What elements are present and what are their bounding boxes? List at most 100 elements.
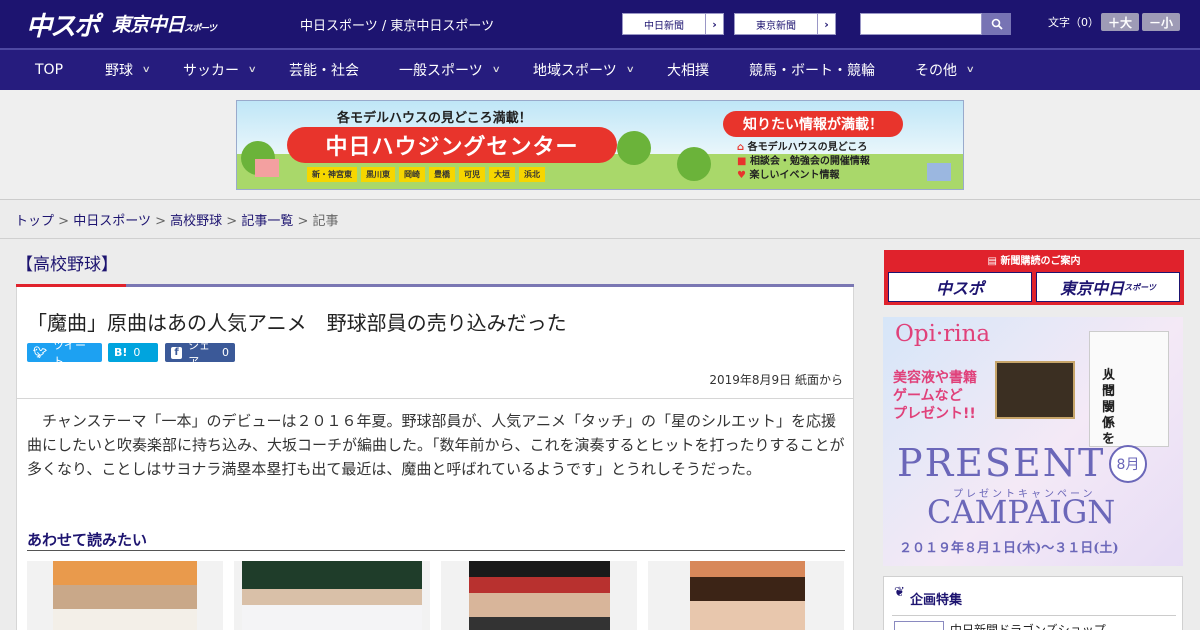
- breadcrumb: トップ > 中日スポーツ > 高校野球 > 記事一覧 > 記事: [15, 210, 339, 229]
- ad-blurb: 美容液や書籍 ゲームなど プレゼント!!: [893, 369, 977, 423]
- related-article-thumbnail: [53, 561, 197, 630]
- related-article-thumbnail: [690, 561, 805, 630]
- tweet-label: ツイート: [52, 338, 86, 368]
- nav-item-general-sports[interactable]: 一般スポーツ ∨: [399, 50, 501, 90]
- facebook-icon: f: [171, 346, 183, 359]
- divider: [0, 238, 1200, 239]
- subscription-title-text: 新聞購読のご案内: [1000, 256, 1081, 267]
- nav-label: 野球: [105, 63, 133, 79]
- banner-right-title: 知りたい情報が満載！: [723, 111, 903, 137]
- related-article-thumbnail: [469, 561, 610, 630]
- nav-label: 競馬・ボート・競輪: [749, 63, 875, 79]
- hatena-bookmark-button[interactable]: B! 0: [108, 343, 158, 362]
- twitter-bird-icon: 🐦︎: [33, 346, 47, 359]
- chunichi-shimbun-link[interactable]: 中日新聞 ›: [622, 13, 724, 35]
- related-article-item[interactable]: [234, 561, 430, 630]
- related-article-item[interactable]: [648, 561, 844, 630]
- chevron-right-icon: ›: [817, 14, 835, 34]
- tokyo-chunichi-logo[interactable]: 東京中日スポーツ: [112, 10, 217, 37]
- ad-present-text: PRESENT: [897, 441, 1106, 485]
- breadcrumb-high-school-baseball[interactable]: 高校野球: [170, 214, 222, 229]
- nav-item-baseball[interactable]: 野球 ∨: [105, 50, 151, 90]
- tokyo-logo-text: 東京中日: [112, 14, 185, 36]
- divider: [892, 615, 1176, 616]
- subscribe-chuspo-button[interactable]: 中スポ: [888, 272, 1032, 302]
- main-navigation: TOP 野球 ∨ サッカー ∨ 芸能・社会 一般スポーツ ∨ 地域スポーツ ∨ 大相撲 …: [0, 48, 1200, 90]
- banner-city-list: 新・神宮東 黒川東 岡崎 豊橋 可児 大垣 浜北: [307, 167, 545, 182]
- nav-label: TOP: [35, 62, 64, 78]
- banner-main-title: 中日ハウジングセンター: [287, 127, 617, 163]
- chevron-down-icon: ∨: [625, 65, 635, 75]
- banner-area: 各モデルハウスの見どころ満載！ 中日ハウジングセンター 新・神宮東 黒川東 岡崎…: [0, 90, 1200, 200]
- nav-item-racing[interactable]: 競馬・ボート・競輪: [749, 50, 875, 90]
- subscribe-tokyo-sub: スポーツ: [1124, 282, 1156, 292]
- subscribe-tokyo-button[interactable]: 東京中日 スポーツ: [1036, 272, 1180, 302]
- banner-city: 浜北: [519, 167, 545, 182]
- breadcrumb-separator: >: [297, 214, 309, 229]
- facebook-share-count: 0: [222, 346, 229, 359]
- related-article-item[interactable]: [27, 561, 223, 630]
- chevron-down-icon: ∨: [491, 65, 501, 75]
- search-input[interactable]: [860, 13, 982, 35]
- tweet-button[interactable]: 🐦︎ ツイート: [27, 339, 102, 368]
- breadcrumb-top[interactable]: トップ: [15, 214, 54, 229]
- font-increase-button[interactable]: ＋大: [1101, 13, 1139, 31]
- article-title: 「魔曲」原曲はあの人気アニメ 野球部員の売り込みだった: [27, 311, 567, 335]
- book-image: 人間関係を リセット: [1089, 331, 1169, 447]
- house-illustration: [255, 159, 279, 177]
- nav-item-regional-sports[interactable]: 地域スポーツ ∨: [533, 50, 635, 90]
- nav-item-sumo[interactable]: 大相撲: [667, 50, 709, 90]
- chat-icon: ■: [737, 156, 747, 167]
- article-body: チャンステーマ「一本」のデビューは２０１６年夏。野球部員が、人気アニメ「タッチ」…: [27, 412, 845, 478]
- top-header: 中スポ 東京中日スポーツ 中日スポーツ / 東京中日スポーツ 中日新聞 › 東京…: [0, 0, 1200, 48]
- nav-label: 地域スポーツ: [533, 63, 617, 79]
- special-features-box: ❦ 企画特集 中日新聞ドラゴンズショップ: [883, 576, 1183, 630]
- nav-item-others[interactable]: その他 ∨: [915, 50, 975, 90]
- breadcrumb-article-list[interactable]: 記事一覧: [241, 214, 293, 229]
- housing-center-banner-ad[interactable]: 各モデルハウスの見どころ満載！ 中日ハウジングセンター 新・神宮東 黒川東 岡崎…: [236, 100, 964, 190]
- search-button[interactable]: [982, 13, 1011, 35]
- article-date: 2019年8月9日 紙面から: [709, 373, 843, 387]
- font-size-label: 文字（0）: [1048, 16, 1099, 29]
- related-article-item[interactable]: [441, 561, 637, 630]
- divider: [27, 550, 845, 551]
- banner-city: 岡崎: [399, 167, 425, 182]
- related-article-thumbnail: [242, 561, 422, 630]
- ad-brand: Opi·rina: [895, 321, 991, 347]
- chuspo-logo[interactable]: 中スポ: [26, 6, 100, 43]
- related-articles-heading: あわせて読みたい: [27, 531, 148, 549]
- present-campaign-ad[interactable]: Opi·rina 美容液や書籍 ゲームなど プレゼント!! 人間関係を リセット …: [883, 317, 1183, 566]
- nav-label: 大相撲: [667, 63, 709, 79]
- font-decrease-button[interactable]: －小: [1142, 13, 1180, 31]
- breadcrumb-chunichi-sports[interactable]: 中日スポーツ: [73, 214, 151, 229]
- special-features-title: 企画特集: [910, 593, 963, 608]
- banner-city: 大垣: [489, 167, 515, 182]
- chevron-down-icon: ∨: [141, 65, 151, 75]
- ad-blurb-line: 美容液や書籍: [893, 370, 977, 386]
- chevron-right-icon: ›: [705, 14, 723, 34]
- chevron-down-icon: ∨: [965, 65, 975, 75]
- subscribe-tokyo-label: 東京中日: [1060, 279, 1125, 298]
- nav-item-entertainment[interactable]: 芸能・社会: [289, 50, 359, 90]
- newspaper-icon: ▤: [987, 256, 997, 267]
- article-card: 「魔曲」原曲はあの人気アニメ 野球部員の売り込みだった 🐦︎ ツイート B! 0…: [16, 287, 854, 630]
- nav-label: 一般スポーツ: [399, 63, 483, 79]
- heart-icon: ♥: [737, 170, 746, 181]
- breadcrumb-separator: >: [226, 214, 238, 229]
- ad-month-badge: 8月: [1109, 445, 1147, 483]
- ad-blurb-line: ゲームなど: [893, 388, 963, 404]
- nav-item-soccer[interactable]: サッカー ∨: [183, 50, 257, 90]
- chunichi-shimbun-label: 中日新聞: [644, 20, 684, 32]
- book-title-line: リセット: [1102, 368, 1116, 431]
- ribbon-icon: ❦: [894, 585, 905, 600]
- banner-city: 黒川東: [361, 167, 395, 182]
- nav-item-top[interactable]: TOP: [35, 50, 63, 90]
- facebook-share-button[interactable]: f シェア 0: [165, 339, 235, 368]
- tree-illustration: [677, 147, 711, 181]
- banner-city: 可児: [459, 167, 485, 182]
- ad-campaign-text: CAMPAIGN: [927, 493, 1116, 531]
- feature-item-link[interactable]: 中日新聞ドラゴンズショップ: [950, 621, 1106, 630]
- hatena-bookmark-icon: B!: [114, 346, 128, 359]
- tokyo-shimbun-link[interactable]: 東京新聞 ›: [734, 13, 836, 35]
- ad-blurb-line: プレゼント!!: [893, 406, 976, 422]
